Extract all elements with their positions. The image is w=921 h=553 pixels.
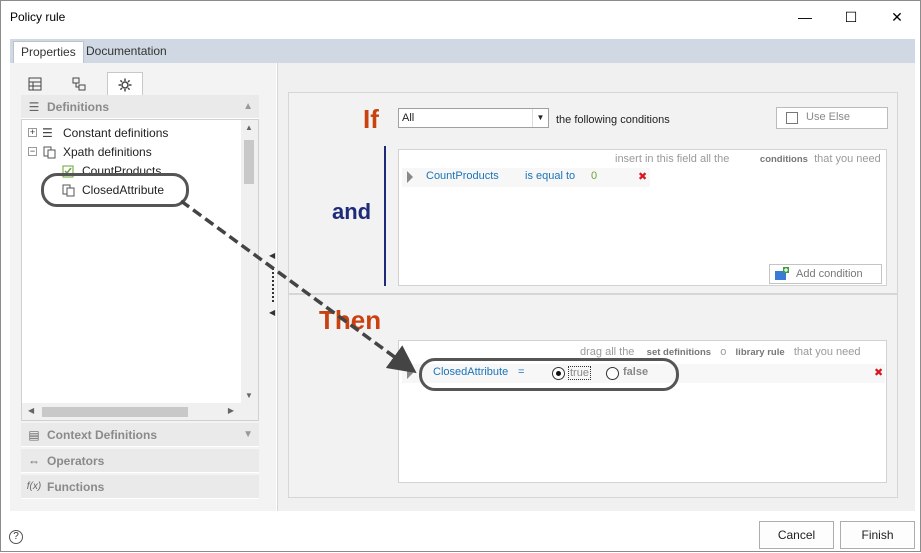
policy-rule-dialog: Policy rule — ☐ ✕ Properties Documentati… bbox=[0, 0, 921, 552]
help-icon[interactable]: ? bbox=[9, 530, 23, 544]
finish-button[interactable]: Finish bbox=[840, 521, 915, 549]
drag-arrow-annotation bbox=[179, 199, 417, 374]
cancel-button[interactable]: Cancel bbox=[759, 521, 834, 549]
